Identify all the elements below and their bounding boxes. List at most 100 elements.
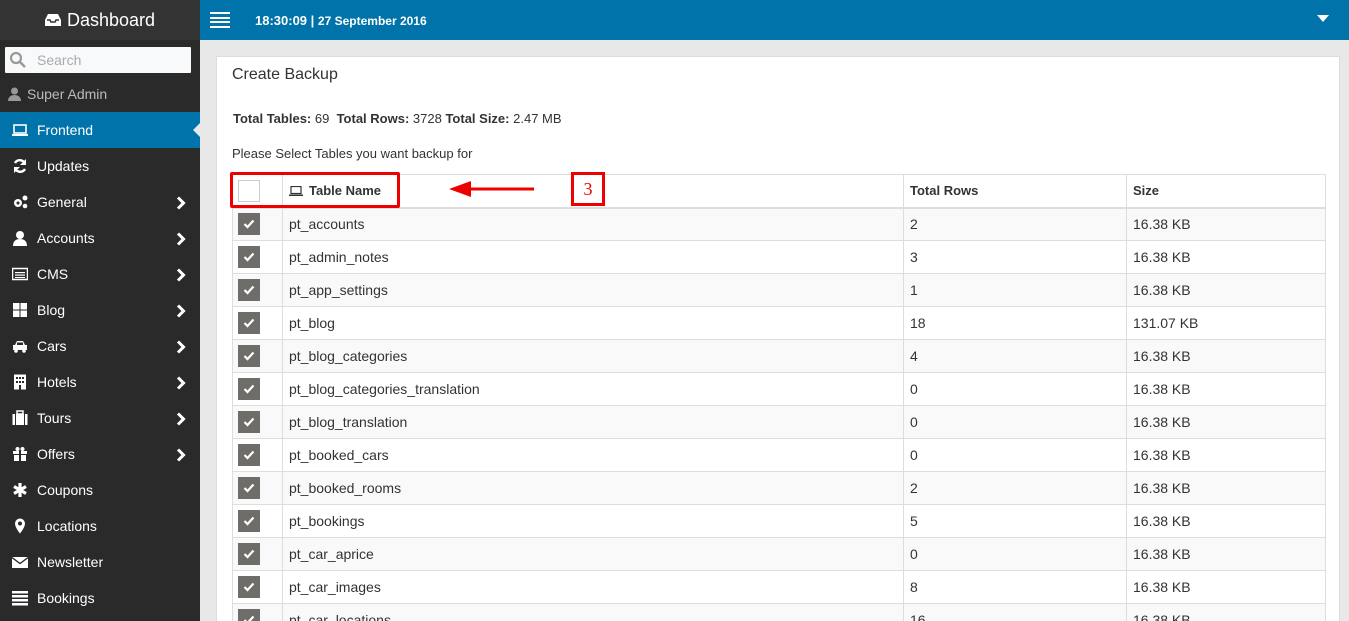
header-total-rows[interactable]: Total Rows	[903, 174, 1127, 209]
cell-total-rows: 0	[903, 405, 1127, 439]
user-icon	[11, 230, 29, 246]
sidebar-item-hotels[interactable]: Hotels	[0, 364, 200, 400]
row-checkbox-cell	[232, 339, 283, 373]
row-checkbox[interactable]	[238, 246, 260, 268]
cell-total-rows: 2	[903, 471, 1127, 505]
sidebar-item-label: Coupons	[37, 482, 94, 498]
clock: 18:30:09 | 27 September 2016	[255, 13, 427, 28]
list-icon	[11, 590, 29, 606]
row-checkbox[interactable]	[238, 312, 260, 334]
laptop-icon	[11, 122, 29, 138]
total-size-label: Total Size:	[445, 111, 510, 126]
check-icon	[243, 615, 255, 621]
cell-table-name: pt_car_locations	[282, 603, 904, 621]
sidebar-item-bookings[interactable]: Bookings	[0, 580, 200, 616]
chevron-right-icon	[176, 304, 186, 318]
cell-size: 16.38 KB	[1126, 504, 1326, 538]
cell-size: 16.38 KB	[1126, 405, 1326, 439]
row-checkbox[interactable]	[238, 378, 260, 400]
sidebar-item-general[interactable]: General	[0, 184, 200, 220]
cell-size: 16.38 KB	[1126, 339, 1326, 373]
check-icon	[243, 252, 255, 262]
sidebar-item-blog[interactable]: Blog	[0, 292, 200, 328]
user-menu-caret-icon[interactable]	[1317, 15, 1329, 22]
clock-separator: |	[307, 12, 318, 28]
row-checkbox-cell	[232, 471, 283, 505]
sidebar-search[interactable]	[5, 47, 191, 73]
sidebar-nav: Frontend Updates General Accounts CMS Blog Car…	[0, 112, 200, 616]
cell-table-name: pt_accounts	[282, 207, 904, 241]
cell-table-name: pt_bookings	[282, 504, 904, 538]
row-checkbox[interactable]	[238, 510, 260, 532]
sidebar-item-coupons[interactable]: Coupons	[0, 472, 200, 508]
cell-size: 131.07 KB	[1126, 306, 1326, 340]
total-size-value: 2.47 MB	[513, 111, 562, 126]
envelope-icon	[11, 554, 29, 570]
sidebar-item-frontend[interactable]: Frontend	[0, 112, 200, 148]
row-checkbox[interactable]	[238, 279, 260, 301]
sidebar-item-offers[interactable]: Offers	[0, 436, 200, 472]
table-row: pt_app_settings 1 16.38 KB	[232, 273, 1326, 307]
sidebar-item-updates[interactable]: Updates	[0, 148, 200, 184]
row-checkbox[interactable]	[238, 477, 260, 499]
user-icon	[8, 87, 21, 101]
menu-toggle-icon[interactable]	[210, 12, 230, 28]
th-large-icon	[11, 302, 29, 318]
cell-total-rows: 2	[903, 207, 1127, 241]
cell-size: 16.38 KB	[1126, 372, 1326, 406]
chevron-right-icon	[176, 268, 186, 282]
suitcase-icon	[11, 410, 29, 426]
cell-table-name: pt_blog	[282, 306, 904, 340]
row-checkbox[interactable]	[238, 345, 260, 367]
check-icon	[243, 549, 255, 559]
sidebar-item-tours[interactable]: Tours	[0, 400, 200, 436]
row-checkbox-cell	[232, 537, 283, 571]
refresh-icon	[11, 158, 29, 174]
chevron-right-icon	[176, 448, 186, 462]
row-checkbox[interactable]	[238, 576, 260, 598]
cell-table-name: pt_admin_notes	[282, 240, 904, 274]
row-checkbox[interactable]	[238, 609, 260, 621]
cell-total-rows: 3	[903, 240, 1127, 274]
row-checkbox[interactable]	[238, 543, 260, 565]
sidebar-item-label: Hotels	[37, 374, 77, 390]
row-checkbox[interactable]	[238, 213, 260, 236]
cell-size: 16.38 KB	[1126, 273, 1326, 307]
backup-tables-table: Table Name Total Rows Size pt_accounts 2 1…	[232, 174, 1326, 621]
brand-title: Dashboard	[66, 9, 156, 30]
row-checkbox[interactable]	[238, 444, 260, 466]
search-input[interactable]	[37, 52, 177, 68]
total-tables-label: Total Tables:	[233, 111, 312, 126]
check-icon	[243, 351, 255, 361]
search-icon	[9, 51, 26, 68]
cell-size: 16.38 KB	[1126, 240, 1326, 274]
sidebar-item-label: Blog	[37, 302, 66, 318]
sidebar-item-label: Offers	[37, 446, 75, 462]
table-row: pt_booked_rooms 2 16.38 KB	[232, 471, 1326, 505]
check-icon	[243, 417, 255, 427]
header-size[interactable]: Size	[1126, 174, 1326, 209]
cell-total-rows: 0	[903, 372, 1127, 406]
cell-size: 16.38 KB	[1126, 570, 1326, 604]
sidebar-item-locations[interactable]: Locations	[0, 508, 200, 544]
chevron-right-icon	[176, 412, 186, 426]
sidebar-item-accounts[interactable]: Accounts	[0, 220, 200, 256]
sidebar-item-newsletter[interactable]: Newsletter	[0, 544, 200, 580]
cell-total-rows: 18	[903, 306, 1127, 340]
user-profile[interactable]: Super Admin	[0, 76, 200, 112]
cell-size: 16.38 KB	[1126, 207, 1326, 241]
brand[interactable]: Dashboard	[0, 0, 200, 40]
row-checkbox-cell	[232, 438, 283, 472]
cell-size: 16.38 KB	[1126, 537, 1326, 571]
cell-size: 16.38 KB	[1126, 603, 1326, 621]
row-checkbox[interactable]	[238, 411, 260, 433]
sidebar-item-cars[interactable]: Cars	[0, 328, 200, 364]
cell-total-rows: 1	[903, 273, 1127, 307]
sidebar-item-label: Updates	[37, 158, 90, 174]
annotation-highlight-box	[230, 172, 400, 208]
sidebar-item-cms[interactable]: CMS	[0, 256, 200, 292]
check-icon	[243, 318, 255, 328]
row-checkbox-cell	[232, 240, 283, 274]
cell-table-name: pt_blog_translation	[282, 405, 904, 439]
cell-table-name: pt_app_settings	[282, 273, 904, 307]
